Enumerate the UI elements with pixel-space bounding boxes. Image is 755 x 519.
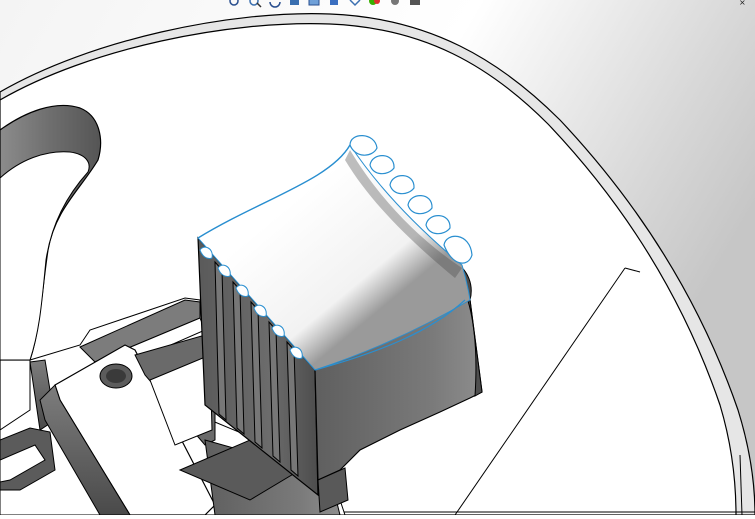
appearance-icon[interactable] xyxy=(368,0,382,8)
close-icon[interactable]: × xyxy=(739,0,749,6)
zoom-to-fit-icon[interactable] xyxy=(228,0,242,8)
graphics-viewport[interactable] xyxy=(0,0,755,516)
display-style-icon[interactable] xyxy=(328,0,342,8)
view-orientation-icon[interactable] xyxy=(308,0,322,8)
model-canvas[interactable] xyxy=(0,0,755,516)
zoom-area-icon[interactable] xyxy=(248,0,262,8)
hide-show-icon[interactable] xyxy=(348,0,362,8)
heads-up-toolbar xyxy=(228,0,498,8)
scene-icon[interactable] xyxy=(388,0,402,8)
display-settings-icon[interactable] xyxy=(408,0,422,8)
hole-inner xyxy=(106,369,126,383)
section-view-icon[interactable] xyxy=(288,0,302,8)
rotate-view-icon[interactable] xyxy=(268,0,282,8)
